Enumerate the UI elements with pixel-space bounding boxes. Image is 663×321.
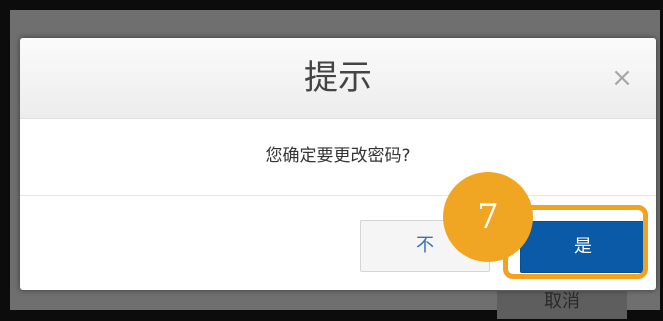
dialog-title: 提示 <box>304 58 372 98</box>
close-icon[interactable]: × <box>608 64 636 92</box>
confirm-dialog: 提示 × 您确定要更改密码? 不 是 <box>20 38 656 290</box>
background-cancel-label: 取消 <box>544 291 580 312</box>
dialog-body: 您确定要更改密码? <box>20 119 656 196</box>
yes-button[interactable]: 是 <box>520 221 646 273</box>
step-number-badge: 7 <box>443 172 533 262</box>
background-cancel-button: 取消 <box>497 290 627 319</box>
dialog-header: 提示 × <box>20 38 656 119</box>
dialog-message: 您确定要更改密码? <box>265 146 411 166</box>
